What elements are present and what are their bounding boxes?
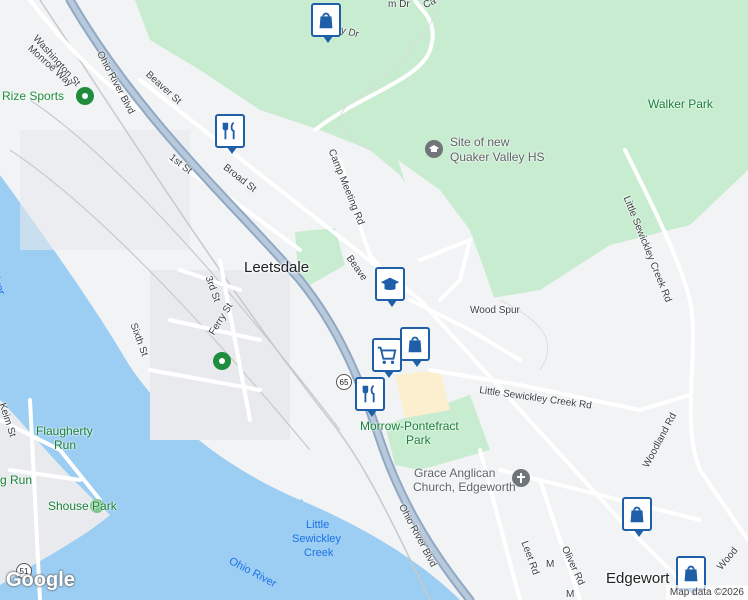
shopping-bag-marker-right[interactable] (622, 497, 652, 537)
poi-label-grace-line2[interactable]: Church, Edgeworth (413, 481, 516, 493)
school-marker[interactable] (375, 267, 405, 307)
circle-dot-icon (219, 358, 225, 364)
grocery-cart-icon (377, 346, 397, 364)
graduation-cap-icon (429, 145, 439, 152)
poi-label-quaker-hs-line2[interactable]: Quaker Valley HS (450, 151, 544, 163)
shopping-bag-icon (630, 506, 644, 523)
water-label-little-sew-line1: Little (306, 519, 330, 531)
google-logo[interactable]: Google (6, 569, 75, 592)
poi-label-flaugherty-line2[interactable]: Run (54, 439, 76, 451)
poi-label-rize-sports[interactable]: Rize Sports (2, 90, 64, 102)
route-shield-65: 65 (336, 374, 352, 390)
restaurant-marker-mid[interactable] (355, 377, 385, 417)
restaurant-icon (362, 384, 375, 403)
poi-label-shouse-park[interactable]: Shouse Park (48, 500, 117, 512)
park-pin-leetsdale[interactable] (213, 352, 231, 370)
circle-dot-icon (82, 93, 88, 99)
cross-icon (517, 473, 525, 483)
shopping-bag-icon (319, 12, 333, 29)
restaurant-icon (222, 121, 235, 140)
poi-label-flaugherty-line1[interactable]: Flaugherty (36, 425, 93, 437)
town-label-edgeworth[interactable]: Edgewort (606, 571, 669, 586)
map-canvas[interactable]: Washington St Monroe Way Ohio River Blvd… (0, 0, 748, 600)
sports-pin[interactable] (76, 87, 94, 105)
shopping-bag-icon (408, 336, 422, 353)
shopping-bag-marker-mid[interactable] (400, 327, 430, 367)
shopping-bag-marker-top[interactable] (311, 3, 341, 43)
street-label-top-dr2: m Dr (388, 0, 410, 10)
poi-label-grace-line1[interactable]: Grace Anglican (414, 467, 495, 479)
poi-label-g-run[interactable]: g Run (0, 474, 32, 486)
school-pin[interactable] (425, 140, 443, 158)
water-label-little-sew-line3: Creek (304, 547, 334, 559)
map-attribution[interactable]: Map data ©2026 (665, 585, 748, 600)
poi-label-quaker-hs-line1[interactable]: Site of new (450, 136, 509, 148)
street-label-m1: M (546, 559, 555, 570)
town-label-leetsdale[interactable]: Leetsdale (244, 260, 309, 275)
grocery-cart-marker[interactable] (372, 338, 402, 378)
poi-label-morrow-line1[interactable]: Morrow-Pontefract (360, 420, 459, 432)
restaurant-marker-broad[interactable] (215, 114, 245, 154)
shopping-bag-icon (684, 565, 698, 582)
street-label-wood-spur: Wood Spur (470, 305, 520, 316)
graduation-cap-icon (380, 277, 400, 290)
street-label-m2: M (566, 589, 575, 600)
poi-label-morrow-line2[interactable]: Park (406, 434, 431, 446)
poi-label-walker-park[interactable]: Walker Park (648, 98, 713, 110)
water-label-little-sew-line2: Sewickley (292, 533, 341, 545)
